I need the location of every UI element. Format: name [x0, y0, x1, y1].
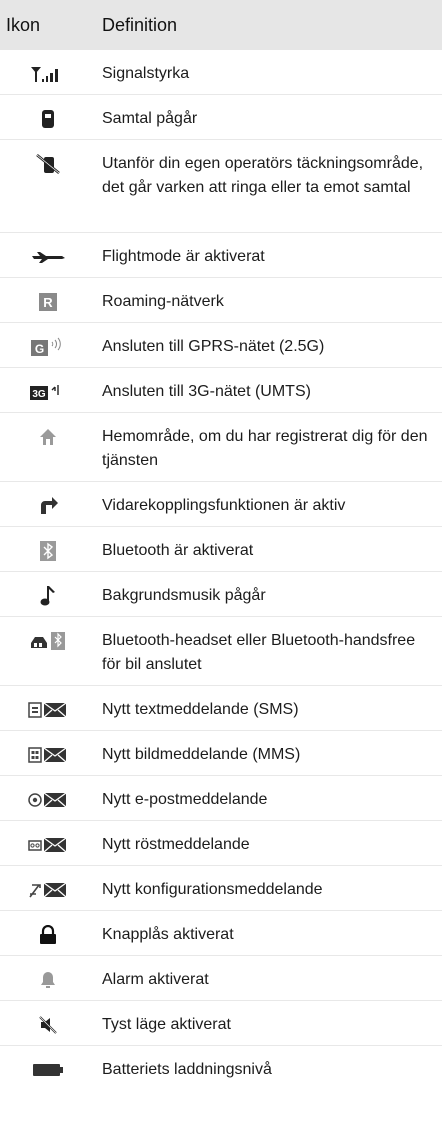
keylock-icon: [0, 923, 102, 947]
definition-text: Bluetooth-headset eller Bluetooth-handsf…: [102, 632, 416, 673]
table-row: G Ansluten till GPRS-nätet (2.5G): [0, 323, 442, 368]
table-row: Tyst läge aktiverat: [0, 1001, 442, 1046]
signal-strength-icon: [0, 62, 102, 86]
table-row: Hemområde, om du har registrerat dig för…: [0, 413, 442, 482]
battery-icon: [0, 1058, 102, 1082]
svg-text:R: R: [43, 295, 53, 310]
definition-text: Bakgrundsmusik pågår: [102, 587, 266, 604]
call-in-progress-icon: [0, 107, 102, 131]
config-message-icon: [0, 878, 102, 902]
table-body: Signalstyrka Samtal pågår Utanför din egen…: [0, 50, 442, 1091]
definition-text: Hemområde, om du har registrerat dig för…: [102, 428, 428, 469]
definition-text: Nytt konfigurationsmeddelande: [102, 881, 323, 898]
definition-text: Nytt röstmeddelande: [102, 836, 250, 853]
gprs-icon: G: [0, 335, 102, 359]
table-row: Samtal pågår: [0, 95, 442, 140]
table-row: Batteriets laddningsnivå: [0, 1046, 442, 1091]
definition-text: Nytt bildmeddelande (MMS): [102, 746, 301, 763]
svg-text:3G: 3G: [32, 389, 46, 400]
music-note-icon: [0, 584, 102, 608]
roaming-icon: R: [0, 290, 102, 314]
table-row: Nytt bildmeddelande (MMS): [0, 731, 442, 776]
icon-definition-table: Ikon Definition Signalstyrka Samtal pågår…: [0, 0, 442, 1091]
table-row: Flightmode är aktiverat: [0, 233, 442, 278]
table-row: Nytt e-postmeddelande: [0, 776, 442, 821]
table-row: Nytt textmeddelande (SMS): [0, 686, 442, 731]
3g-icon: 3G: [0, 380, 102, 404]
definition-text: Tyst läge aktiverat: [102, 1016, 231, 1033]
definition-text: Flightmode är aktiverat: [102, 248, 265, 265]
no-network-icon: [0, 152, 102, 176]
table-row: Signalstyrka: [0, 50, 442, 95]
definition-text: Alarm aktiverat: [102, 971, 209, 988]
sms-icon: [0, 698, 102, 722]
bluetooth-headset-icon: [0, 629, 102, 653]
definition-text: Batteriets laddningsnivå: [102, 1061, 272, 1078]
definition-text: Knapplås aktiverat: [102, 926, 234, 943]
table-row: Utanför din egen operatörs täckningsområ…: [0, 140, 442, 233]
table-row: Vidarekopplingsfunktionen är aktiv: [0, 482, 442, 527]
table-row: Nytt röstmeddelande: [0, 821, 442, 866]
bluetooth-icon: [0, 539, 102, 563]
home-zone-icon: [0, 425, 102, 449]
definition-text: Ansluten till GPRS-nätet (2.5G): [102, 338, 325, 355]
alarm-bell-icon: [0, 968, 102, 992]
definition-text: Roaming-nätverk: [102, 293, 224, 310]
table-row: Bluetooth är aktiverat: [0, 527, 442, 572]
definition-text: Samtal pågår: [102, 110, 198, 127]
table-header: Ikon Definition: [0, 0, 442, 50]
definition-text: Nytt textmeddelande (SMS): [102, 701, 299, 718]
svg-text:G: G: [35, 342, 44, 356]
header-definition-column: Definition: [102, 14, 178, 35]
definition-text: Nytt e-postmeddelande: [102, 791, 268, 808]
mms-icon: [0, 743, 102, 767]
voicemail-icon: [0, 833, 102, 857]
header-icon-column: Ikon: [6, 14, 41, 35]
table-row: Nytt konfigurationsmeddelande: [0, 866, 442, 911]
table-row: 3G Ansluten till 3G-nätet (UMTS): [0, 368, 442, 413]
definition-text: Vidarekopplingsfunktionen är aktiv: [102, 497, 346, 514]
email-icon: [0, 788, 102, 812]
table-row: Bluetooth-headset eller Bluetooth-handsf…: [0, 617, 442, 686]
table-row: R Roaming-nätverk: [0, 278, 442, 323]
definition-text: Utanför din egen operatörs täckningsområ…: [102, 155, 424, 196]
definition-text: Bluetooth är aktiverat: [102, 542, 254, 559]
definition-text: Ansluten till 3G-nätet (UMTS): [102, 383, 311, 400]
definition-text: Signalstyrka: [102, 65, 190, 82]
airplane-icon: [0, 245, 102, 269]
table-row: Knapplås aktiverat: [0, 911, 442, 956]
silent-mode-icon: [0, 1013, 102, 1037]
table-row: Bakgrundsmusik pågår: [0, 572, 442, 617]
call-forward-icon: [0, 494, 102, 518]
table-row: Alarm aktiverat: [0, 956, 442, 1001]
